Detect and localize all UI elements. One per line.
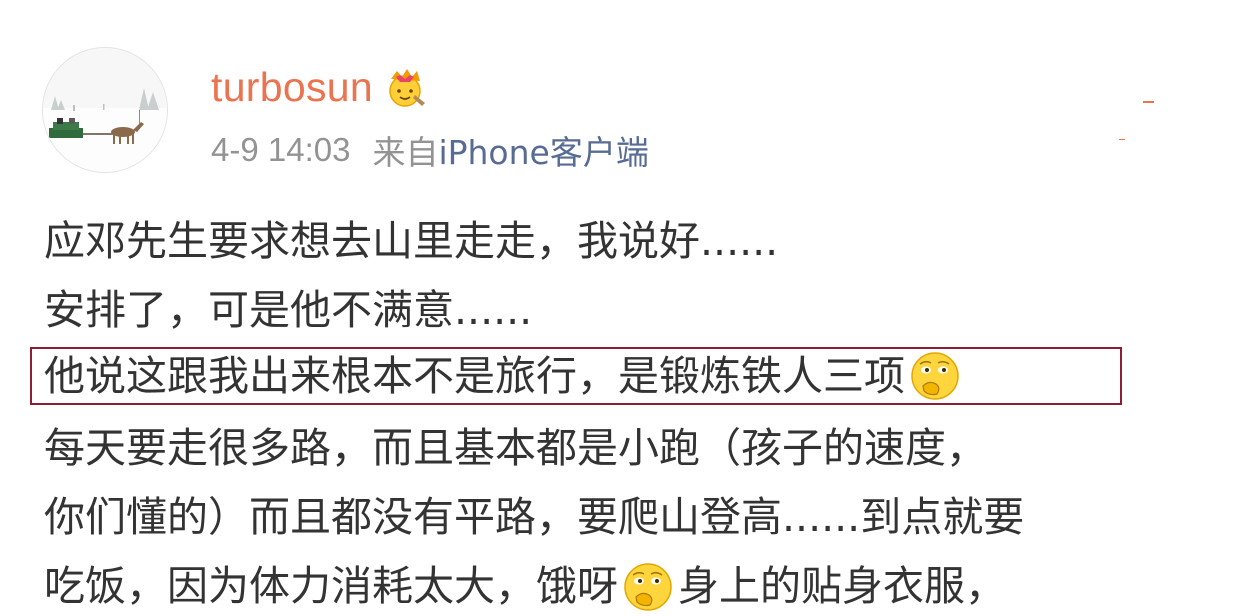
crown-icon[interactable] [385, 67, 429, 107]
post-line: 吃饭，因为体力消耗太大，饿呀 身上的贴身衣服， [44, 552, 1234, 616]
source-link[interactable]: iPhone客户端 [438, 126, 648, 174]
source-prefix: 来自 [372, 133, 439, 172]
decor-dash [1143, 101, 1154, 103]
post-line: 安排了，可是他不满意...... [44, 276, 1234, 345]
post-meta: 4-9 14:03 来自 iPhone客户端 [211, 126, 649, 174]
thinking-face-icon [911, 352, 959, 400]
weibo-post: turbosun 4-9 14:03 来自 iPhone客户端 应邓先生要求想去… [0, 0, 1242, 616]
post-line-text: 安排了，可是他不满意...... [44, 286, 533, 334]
post-line-text: 你们懂的）而且都没有平路，要爬山登高......到点就要 [44, 493, 1025, 541]
post-line-text: 吃饭，因为体力消耗太大，饿呀 [44, 562, 618, 610]
post-line: 你们懂的）而且都没有平路，要爬山登高......到点就要 [44, 483, 1234, 552]
post-line: 应邓先生要求想去山里走走，我说好...... [44, 207, 1234, 276]
thinking-face-icon [624, 562, 672, 611]
winter-sleigh-photo [43, 48, 167, 172]
post-line-text: 身上的贴身衣服， [678, 562, 1006, 610]
post-line-text: 每天要走很多路，而且基本都是小跑（孩子的速度， [44, 424, 987, 472]
username[interactable]: turbosun [211, 64, 373, 111]
post-text: 应邓先生要求想去山里走走，我说好...... 安排了，可是他不满意...... … [30, 207, 1234, 616]
post-line-text: 应邓先生要求想去山里走走，我说好...... [44, 217, 779, 265]
post-line: 每天要走很多路，而且基本都是小跑（孩子的速度， [44, 414, 1234, 483]
username-row: turbosun [211, 58, 429, 116]
post-time: 4-9 14:03 [211, 131, 351, 168]
avatar[interactable] [42, 47, 168, 173]
decor-dash [1119, 139, 1125, 140]
post-line-text: 他说这跟我出来根本不是旅行，是锻炼铁人三项 [44, 352, 905, 400]
highlighted-line: 他说这跟我出来根本不是旅行，是锻炼铁人三项 [30, 347, 1122, 405]
